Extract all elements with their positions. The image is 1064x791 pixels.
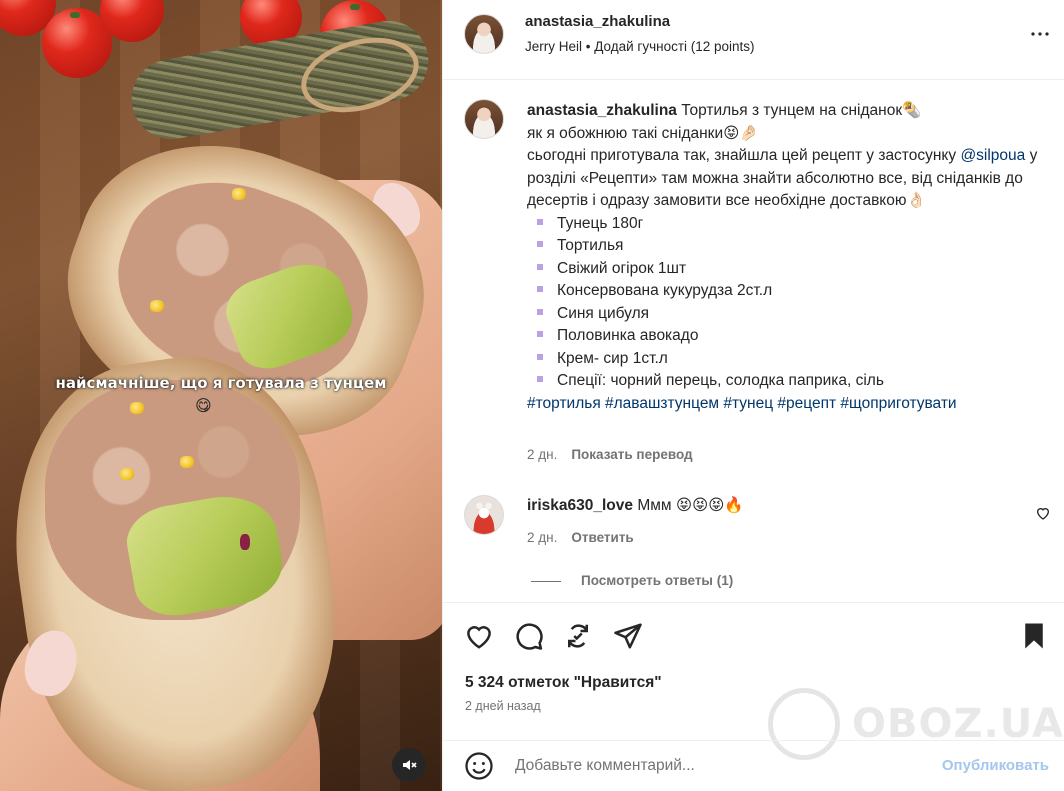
view-replies-button[interactable]: Посмотреть ответы (1) <box>531 573 733 588</box>
audio-track[interactable]: Jerry Heil • Додай гучності (12 points) <box>525 39 755 54</box>
post-details: anastasia_zhakulina Jerry Heil • Додай г… <box>442 0 1064 791</box>
ingredient-text: Тортилья <box>557 237 624 254</box>
caption-time: 2 дн. <box>527 447 558 462</box>
tomato-stem <box>70 12 80 18</box>
caption-meta: 2 дн. Показать перевод <box>527 447 693 462</box>
ingredient-text: Свіжий огірок 1шт <box>557 259 687 277</box>
yum-emoji: 😋 <box>195 398 212 415</box>
mute-button[interactable] <box>392 748 426 782</box>
commenter-avatar[interactable] <box>464 495 504 535</box>
ingredient-item: Консервована кукурудза 2ст.л <box>527 280 1047 303</box>
ingredient-item: Спеції: чорний перець, солодка паприка, … <box>527 370 1047 393</box>
comment-input[interactable] <box>515 753 915 779</box>
bullet-icon <box>537 376 543 383</box>
bullet-icon <box>537 286 543 293</box>
post-viewer: найсмачніше, що я готувала з тунцем 😋 an… <box>0 0 1064 791</box>
comment-icon[interactable] <box>514 621 544 651</box>
corn <box>130 402 144 414</box>
corn <box>232 188 246 200</box>
caption-username[interactable]: anastasia_zhakulina <box>527 102 677 119</box>
likes-count[interactable]: 5 324 отметок "Нравится" <box>465 674 662 692</box>
view-replies-label: Посмотреть ответы (1) <box>581 573 734 588</box>
ingredient-item: Крем- сир 1ст.л <box>527 348 1047 371</box>
caption-line-2: як я обожнюю такі сніданки😝🤌🏻 <box>527 124 759 142</box>
ingredient-item: Тунець 180г <box>527 213 1047 236</box>
speaker-muted-icon <box>403 760 417 770</box>
ingredient-text: Тунець 180г <box>557 214 644 232</box>
comment-meta: 2 дн. Ответить <box>527 530 634 545</box>
caption-line-3: сьогодні приготувала так, знайшла цей ре… <box>527 147 961 164</box>
author-avatar[interactable] <box>464 14 504 54</box>
comment-text: iriska630_love Ммм 😝😝😝🔥 <box>527 496 744 515</box>
ingredient-item: Синя цибуля <box>527 303 1047 326</box>
ingredient-text: Спеції: чорний перець, солодка паприка, … <box>557 372 884 389</box>
bullet-icon <box>537 241 543 248</box>
bullet-icon <box>537 218 543 225</box>
emoji-icon[interactable] <box>464 751 494 781</box>
translate-link[interactable]: Показать перевод <box>571 447 692 462</box>
ingredient-item: Свіжий огірок 1шт <box>527 258 1047 281</box>
more-horizontal-icon[interactable] <box>1028 22 1052 46</box>
bullet-icon <box>537 308 543 315</box>
ingredient-text: Консервована кукурудза 2ст.л <box>557 282 773 299</box>
ingredient-item: Половинка авокадо <box>527 325 1047 348</box>
comment-body: Ммм 😝😝😝🔥 <box>633 497 744 514</box>
corn <box>150 300 164 312</box>
post-header: anastasia_zhakulina Jerry Heil • Додай г… <box>443 0 1064 80</box>
comment-like-icon[interactable] <box>1035 505 1051 521</box>
corn <box>120 468 134 480</box>
ingredient-text: Синя цибуля <box>557 304 650 322</box>
corn <box>180 456 194 468</box>
post-comment-button[interactable]: Опубликовать <box>942 757 1049 774</box>
author-username[interactable]: anastasia_zhakulina <box>525 13 670 30</box>
bookmark-filled-icon[interactable] <box>1019 621 1049 651</box>
video-caption-overlay: найсмачніше, що я готувала з тунцем <box>55 374 387 392</box>
caption-line-1: Тортилья з тунцем на сніданок🌯 <box>676 102 922 119</box>
ingredient-item: Тортилья <box>527 235 1047 258</box>
comment-bar: Опубликовать <box>443 740 1064 791</box>
ingredient-text: Крем- сир 1ст.л <box>557 349 668 367</box>
mention-link[interactable]: @silpoua <box>960 147 1025 164</box>
repost-icon[interactable] <box>563 621 593 651</box>
tomato-stem <box>350 4 360 10</box>
reply-button[interactable]: Ответить <box>571 530 633 545</box>
bullet-icon <box>537 353 543 360</box>
post-media[interactable]: найсмачніше, що я готувала з тунцем 😋 <box>0 0 442 791</box>
red-onion <box>240 534 250 550</box>
caption-text: anastasia_zhakulina Тортилья з тунцем на… <box>527 100 1047 415</box>
heart-icon[interactable] <box>464 621 494 651</box>
commenter-username[interactable]: iriska630_love <box>527 497 633 514</box>
replies-line <box>531 580 561 582</box>
bullet-icon <box>537 331 543 338</box>
action-bar <box>443 602 1064 662</box>
post-time: 2 дней назад <box>465 699 541 713</box>
send-icon[interactable] <box>613 621 643 651</box>
hashtags[interactable]: #тортилья #лавашзтунцем #тунец #рецепт #… <box>527 395 957 412</box>
ingredient-text: Половинка авокадо <box>557 327 699 344</box>
caption-avatar[interactable] <box>464 99 504 139</box>
comment-time: 2 дн. <box>527 530 558 545</box>
bullet-icon <box>537 263 543 270</box>
